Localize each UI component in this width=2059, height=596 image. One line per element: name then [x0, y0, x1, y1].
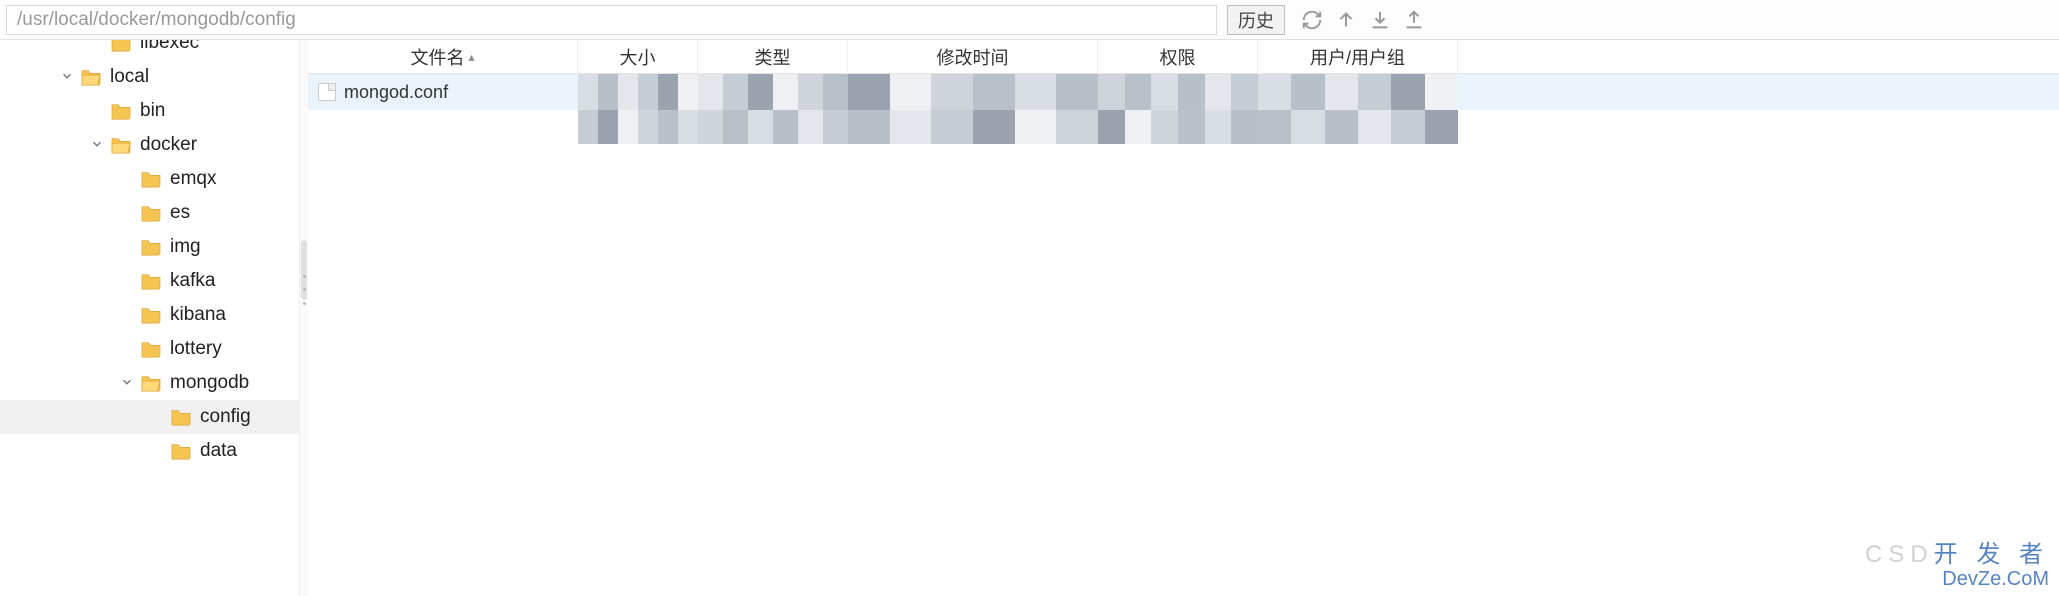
tree-item-libexec[interactable]: libexec [0, 40, 299, 60]
tree-item-label: bin [140, 100, 165, 122]
folder-icon [80, 68, 102, 86]
splitter[interactable] [300, 40, 308, 596]
chevron-down-icon[interactable] [120, 375, 136, 391]
tree-item-label: libexec [140, 40, 199, 54]
main-area: libexec local bin docker emqx es img kafka kiban… [0, 40, 2059, 596]
tree-item-local[interactable]: local [0, 60, 299, 94]
toolbar: /usr/local/docker/mongodb/config 历史 [0, 0, 2059, 40]
folder-icon [140, 170, 162, 188]
tree-item-data[interactable]: data [0, 434, 299, 468]
tree-item-label: config [200, 406, 251, 428]
folder-icon [140, 374, 162, 392]
upload-arrow-icon[interactable] [1335, 9, 1357, 31]
tree-item-label: docker [140, 134, 197, 156]
tree-item-label: lottery [170, 338, 222, 360]
folder-icon [140, 306, 162, 324]
cell-obscured [1098, 74, 1258, 110]
table-row[interactable]: mongod.conf [308, 74, 2059, 110]
tree-item-mongodb[interactable]: mongodb [0, 366, 299, 400]
cell-obscured [848, 110, 1098, 144]
tree-item-img[interactable]: img [0, 230, 299, 264]
cell-obscured [698, 110, 848, 144]
tree-item-docker[interactable]: docker [0, 128, 299, 162]
file-table: 文件名 ▴ 大小 类型 修改时间 权限 用户/用户组 mongod.conf [308, 40, 2059, 596]
cell-obscured [578, 74, 698, 110]
folder-icon [140, 272, 162, 290]
path-text: /usr/local/docker/mongodb/config [17, 9, 296, 31]
cell-obscured [1098, 110, 1258, 144]
column-header-size[interactable]: 大小 [578, 40, 698, 73]
tree-item-kafka[interactable]: kafka [0, 264, 299, 298]
folder-icon [110, 40, 132, 52]
history-button[interactable]: 历史 [1227, 5, 1285, 35]
tree-item-config[interactable]: config [0, 400, 299, 434]
column-header-perm[interactable]: 权限 [1098, 40, 1258, 73]
folder-icon [140, 204, 162, 222]
table-row-obscured [308, 110, 2059, 144]
column-header-mtime[interactable]: 修改时间 [848, 40, 1098, 73]
tree-item-kibana[interactable]: kibana [0, 298, 299, 332]
folder-icon [110, 136, 132, 154]
upload-tray-icon[interactable] [1403, 9, 1425, 31]
file-icon [318, 83, 336, 101]
folder-icon [170, 408, 192, 426]
folder-tree: libexec local bin docker emqx es img kafka kiban… [0, 40, 300, 596]
tree-item-label: emqx [170, 168, 216, 190]
folder-icon [110, 102, 132, 120]
table-header: 文件名 ▴ 大小 类型 修改时间 权限 用户/用户组 [308, 40, 2059, 74]
tree-item-label: img [170, 236, 201, 258]
chevron-down-icon[interactable] [60, 69, 76, 85]
filename-text: mongod.conf [344, 82, 448, 103]
tree-item-label: kibana [170, 304, 226, 326]
cell-obscured [578, 110, 698, 144]
column-header-type[interactable]: 类型 [698, 40, 848, 73]
download-icon[interactable] [1369, 9, 1391, 31]
tree-item-label: es [170, 202, 190, 224]
cell-obscured [848, 74, 1098, 110]
column-header-user[interactable]: 用户/用户组 [1258, 40, 1458, 73]
folder-icon [140, 238, 162, 256]
cell-obscured [698, 74, 848, 110]
tree-item-label: kafka [170, 270, 215, 292]
cell-obscured [1258, 74, 1458, 110]
folder-icon [140, 340, 162, 358]
toolbar-icons [1293, 9, 1433, 31]
path-input[interactable]: /usr/local/docker/mongodb/config [6, 5, 1217, 35]
tree-item-emqx[interactable]: emqx [0, 162, 299, 196]
sort-asc-icon: ▴ [468, 50, 474, 64]
folder-icon [170, 442, 192, 460]
table-body: mongod.conf [308, 74, 2059, 596]
tree-item-label: local [110, 66, 149, 88]
column-header-name[interactable]: 文件名 ▴ [308, 40, 578, 73]
tree-item-lottery[interactable]: lottery [0, 332, 299, 366]
tree-item-label: data [200, 440, 237, 462]
tree-item-label: mongodb [170, 372, 249, 394]
tree-item-bin[interactable]: bin [0, 94, 299, 128]
refresh-icon[interactable] [1301, 9, 1323, 31]
cell-filename: mongod.conf [308, 74, 578, 110]
chevron-down-icon[interactable] [90, 137, 106, 153]
cell-obscured [1258, 110, 1458, 144]
tree-item-es[interactable]: es [0, 196, 299, 230]
